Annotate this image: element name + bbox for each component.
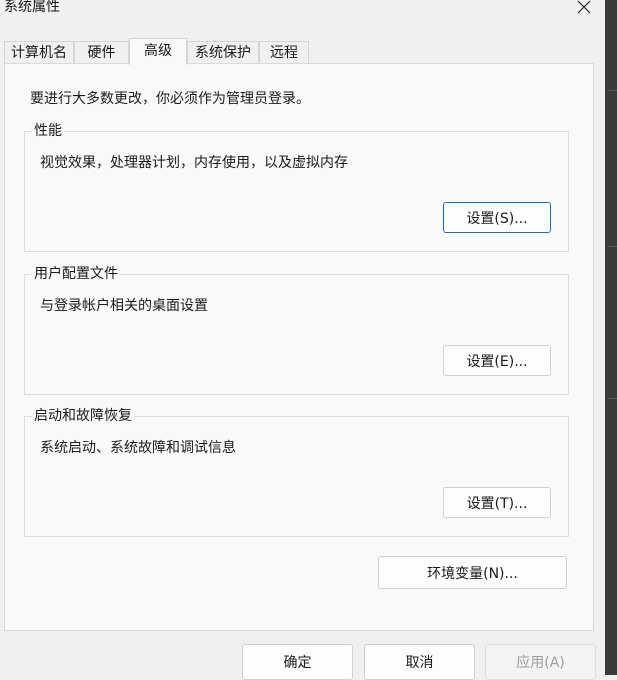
tab-remote[interactable]: 远程 [259,41,309,63]
environment-variables-button[interactable]: 环境变量(N)... [378,556,567,589]
edge-line [608,246,617,247]
dialog-title: 系统属性 [4,0,60,15]
tab-hardware[interactable]: 硬件 [74,41,129,63]
startup-recovery-settings-button[interactable]: 设置(T)... [443,487,551,518]
close-icon [577,0,591,14]
performance-group-title: 性能 [32,122,64,140]
performance-group: 性能 视觉效果，处理器计划，内存使用，以及虚拟内存 设置(S)... [24,122,569,252]
startup-recovery-group-title: 启动和故障恢复 [32,407,134,425]
edge-line [608,90,617,91]
admin-note: 要进行大多数更改，你必须作为管理员登录。 [30,91,310,107]
user-profiles-group-title: 用户配置文件 [32,265,120,283]
tab-advanced[interactable]: 高级 [129,38,187,65]
performance-settings-button[interactable]: 设置(S)... [443,202,551,233]
edge-line [608,398,617,399]
performance-description: 视觉效果，处理器计划，内存使用，以及虚拟内存 [40,155,348,171]
title-bar: 系统属性 [0,0,605,18]
tab-computer-name[interactable]: 计算机名 [4,41,74,63]
user-profiles-group: 用户配置文件 与登录帐户相关的桌面设置 设置(E)... [24,265,569,395]
startup-recovery-description: 系统启动、系统故障和调试信息 [40,440,236,456]
background-window-edge [605,0,617,675]
advanced-tab-panel: 要进行大多数更改，你必须作为管理员登录。 性能 视觉效果，处理器计划，内存使用，… [4,63,594,631]
user-profiles-settings-button[interactable]: 设置(E)... [443,345,551,376]
tab-system-protection[interactable]: 系统保护 [187,41,259,63]
close-button[interactable] [568,0,600,20]
system-properties-dialog: 系统属性 计算机名 硬件 高级 系统保护 远程 要进行大多数更改，你必须作为管理… [0,0,605,680]
user-profiles-description: 与登录帐户相关的桌面设置 [40,298,208,314]
startup-recovery-group: 启动和故障恢复 系统启动、系统故障和调试信息 设置(T)... [24,407,569,537]
